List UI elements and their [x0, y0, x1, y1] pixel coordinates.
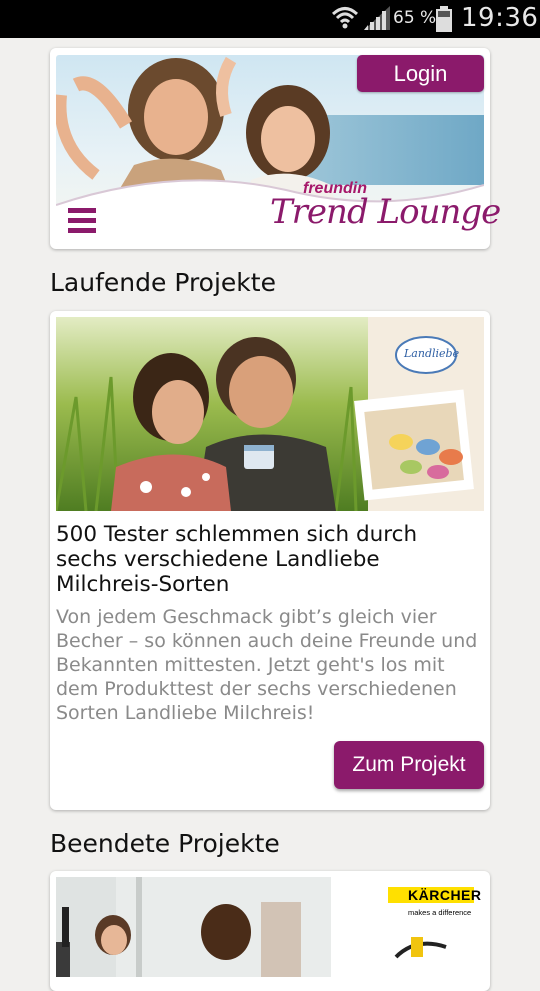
ended-projects-title: Beendete Projekte [50, 829, 280, 858]
status-bar: 65 % 19:36 [0, 0, 540, 38]
ended-project-card: KÄRCHER makes a difference [50, 871, 490, 991]
login-button[interactable]: Login [357, 55, 484, 92]
battery-icon [436, 6, 452, 32]
zum-projekt-button[interactable]: Zum Projekt [334, 741, 484, 789]
wifi-icon [331, 7, 359, 29]
landliebe-logo: Landliebe [404, 347, 460, 360]
kaercher-logo: KÄRCHER [408, 887, 482, 903]
running-projects-title: Laufende Projekte [50, 268, 276, 297]
clock: 19:36 [461, 3, 539, 33]
project-image[interactable]: Landliebe [56, 317, 484, 511]
battery-percent: 65 % [393, 8, 437, 28]
menu-icon[interactable] [68, 206, 98, 236]
ended-project-image[interactable]: KÄRCHER makes a difference [56, 877, 484, 977]
signal-icon [364, 6, 390, 30]
kaercher-slogan: makes a difference [408, 908, 472, 917]
project-card: Landliebe 500 Tester schlemmen sich durc… [50, 311, 490, 810]
project-title[interactable]: 500 Tester schlemmen sich durch sechs ve… [56, 522, 480, 597]
logo-trendlounge: Trend Lounge [270, 192, 501, 232]
project-description: Von jedem Geschmack gibt’s gleich vier B… [56, 606, 478, 724]
